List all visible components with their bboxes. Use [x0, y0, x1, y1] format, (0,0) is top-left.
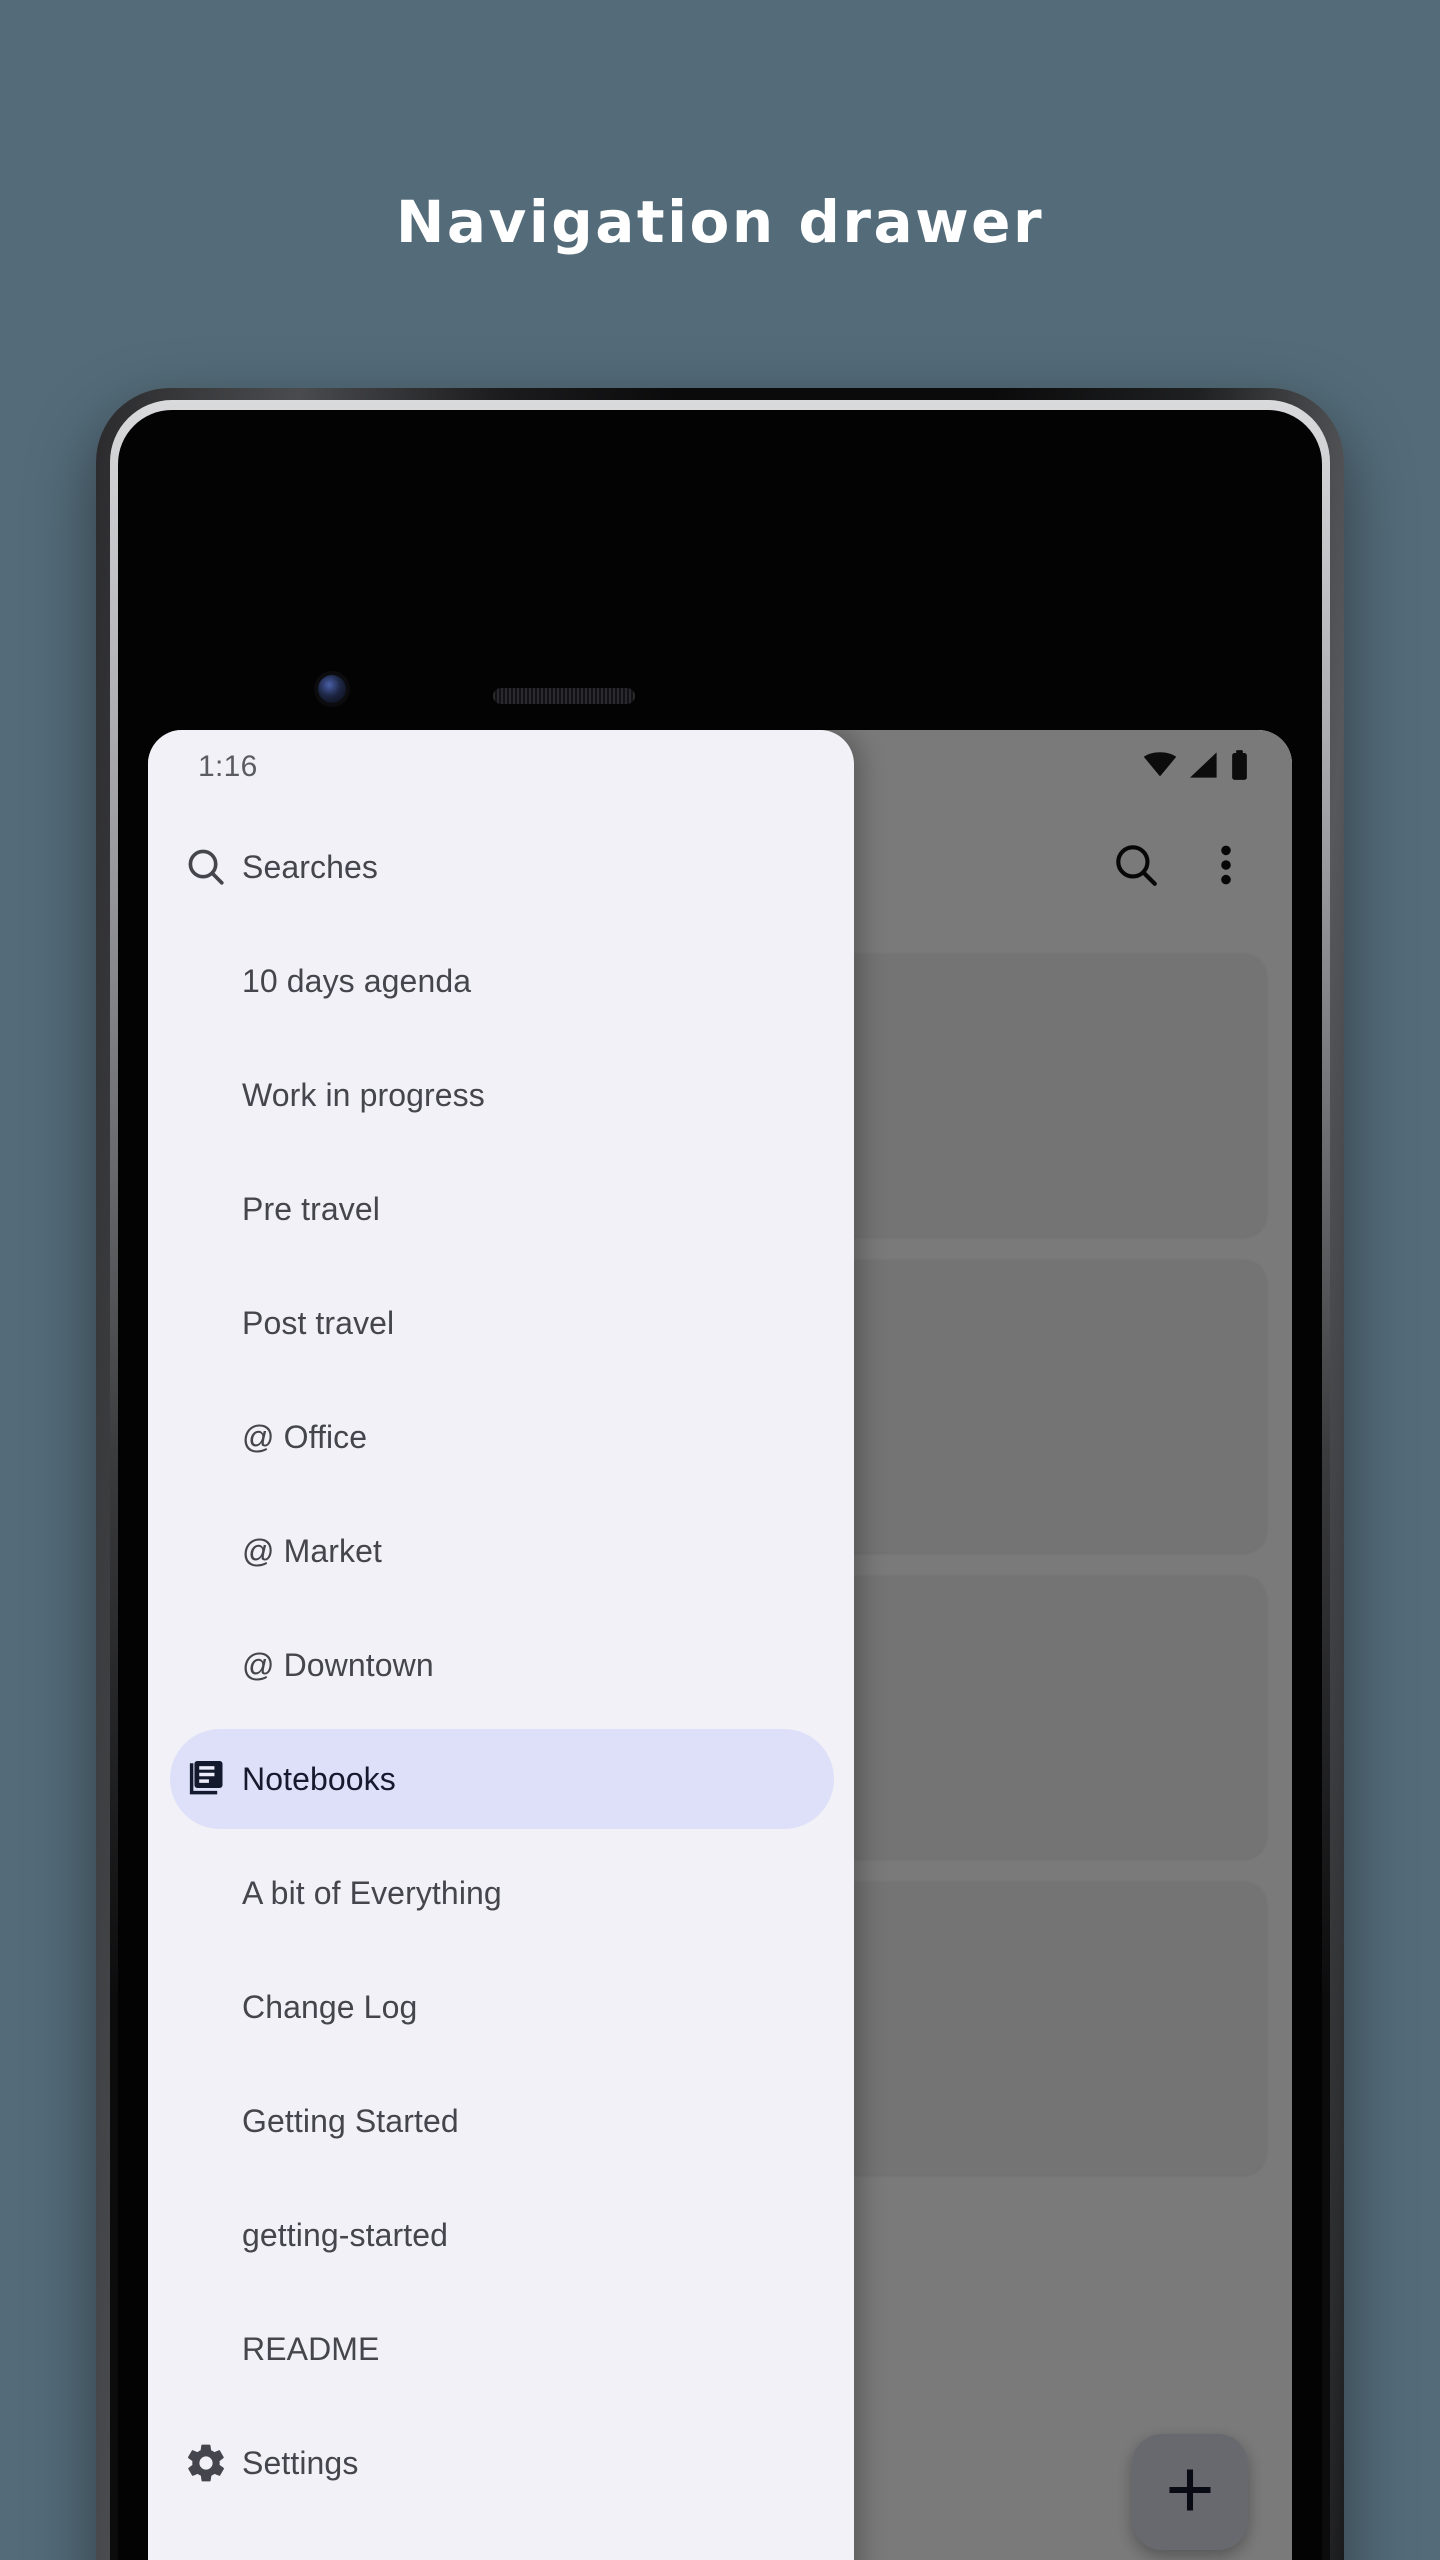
- drawer-item-label: A bit of Everything: [242, 1874, 502, 1911]
- front-camera-dot-icon: [318, 675, 346, 703]
- drawer-item-post-travel[interactable]: Post travel: [148, 1266, 854, 1380]
- drawer-item-work-in-progress[interactable]: Work in progress: [148, 1038, 854, 1152]
- phone-display-glass: 1:16 Searches 10 days agenda Work in pro…: [118, 410, 1322, 2560]
- drawer-section-label: Searches: [242, 848, 378, 885]
- drawer-item-settings[interactable]: Settings: [148, 2406, 854, 2520]
- gear-icon: [170, 2441, 242, 2485]
- drawer-item-label: Getting Started: [242, 2102, 459, 2139]
- drawer-item-office[interactable]: @ Office: [148, 1380, 854, 1494]
- page-title: Navigation drawer: [395, 188, 1045, 256]
- drawer-section-searches[interactable]: Searches: [148, 810, 854, 924]
- drawer-item-list[interactable]: Searches 10 days agenda Work in progress: [148, 804, 854, 2560]
- screenshot-stage: Navigation drawer 1:16 Searches 10 days …: [0, 0, 1440, 2560]
- drawer-item-label: README: [242, 2330, 380, 2367]
- drawer-item-notebooks[interactable]: Notebooks: [148, 1722, 854, 1836]
- notebooks-icon: [170, 1757, 242, 1801]
- drawer-item-label: Work in progress: [242, 1076, 485, 1113]
- drawer-status-bar: 1:16: [148, 730, 854, 804]
- drawer-item-change-log[interactable]: Change Log: [148, 1950, 854, 2064]
- drawer-item-label: Settings: [242, 2444, 359, 2481]
- app-screen: 1:16 Searches 10 days agenda Work in pro…: [148, 730, 1292, 2560]
- drawer-item-a-bit-of-everything[interactable]: A bit of Everything: [148, 1836, 854, 1950]
- drawer-item-label: Post travel: [242, 1304, 395, 1341]
- drawer-item-label: Pre travel: [242, 1190, 380, 1227]
- drawer-item-10-days-agenda[interactable]: 10 days agenda: [148, 924, 854, 1038]
- drawer-item-label: @ Downtown: [242, 1646, 434, 1683]
- drawer-item-label: Change Log: [242, 1988, 418, 2025]
- drawer-item-label: 10 days agenda: [242, 962, 472, 999]
- search-icon: [170, 845, 242, 889]
- drawer-item-pre-travel[interactable]: Pre travel: [148, 1152, 854, 1266]
- drawer-item-readme[interactable]: README: [148, 2292, 854, 2406]
- drawer-item-label: Notebooks: [242, 1760, 396, 1797]
- status-bar-clock: 1:16: [198, 750, 258, 783]
- phone-device-frame: 1:16 Searches 10 days agenda Work in pro…: [96, 388, 1344, 2560]
- drawer-item-downtown[interactable]: @ Downtown: [148, 1608, 854, 1722]
- drawer-item-label: getting-started: [242, 2216, 449, 2253]
- navigation-drawer: 1:16 Searches 10 days agenda Work in pro…: [148, 730, 854, 2560]
- drawer-item-getting-started-slug[interactable]: getting-started: [148, 2178, 854, 2292]
- drawer-item-getting-started-title[interactable]: Getting Started: [148, 2064, 854, 2178]
- drawer-item-label: @ Office: [242, 1418, 368, 1455]
- earpiece-speaker-icon: [493, 688, 635, 704]
- drawer-item-label: @ Market: [242, 1532, 382, 1569]
- drawer-item-market[interactable]: @ Market: [148, 1494, 854, 1608]
